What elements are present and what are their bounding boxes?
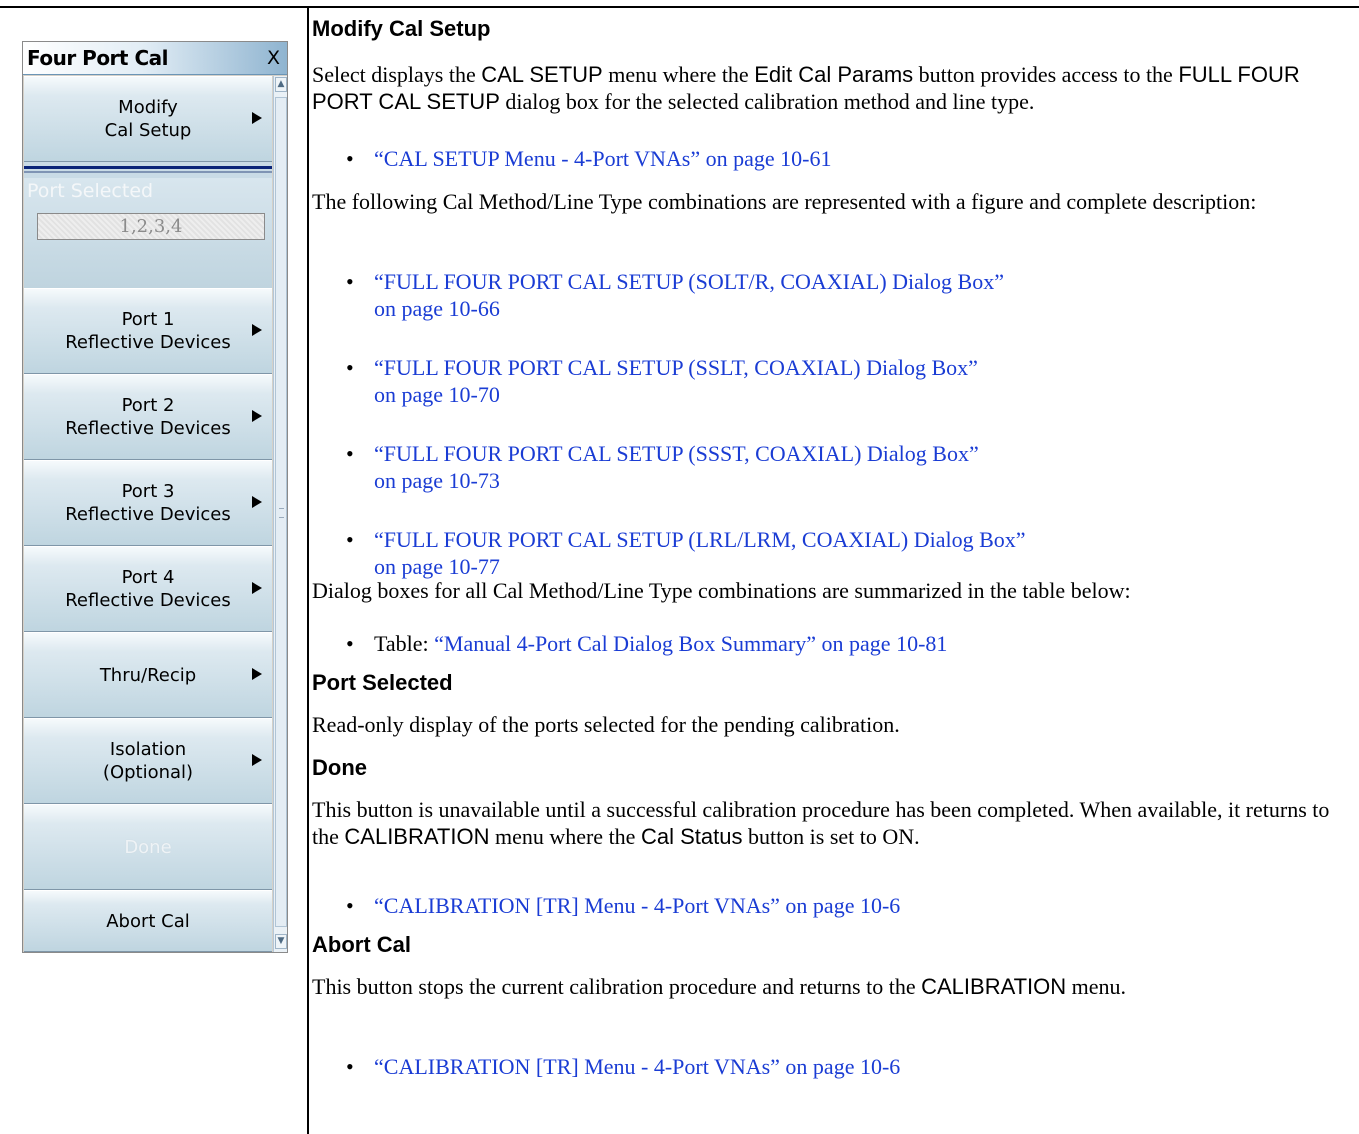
link-summary-table[interactable]: “Manual 4-Port Cal Dialog Box Summary” o…: [434, 631, 947, 656]
link-solt-dialog[interactable]: “FULL FOUR PORT CAL SETUP (SOLT/R, COAXI…: [374, 268, 1334, 322]
text-run: button provides access to the: [913, 62, 1179, 87]
ui-term-cal-status: Cal Status: [640, 824, 743, 849]
section-heading-modify-cal-setup: Modify Cal Setup: [312, 16, 491, 41]
link-calibration-menu[interactable]: “CALIBRATION [TR] Menu - 4-Port VNAs” on…: [374, 892, 1334, 919]
bullet-icon: •: [346, 355, 354, 380]
ui-term-edit-cal-params: Edit Cal Params: [754, 62, 914, 87]
isolation-label: Isolation (Optional): [102, 739, 194, 783]
scroll-up-icon[interactable]: ▲: [275, 77, 287, 92]
menu-scrollbar[interactable]: ▲ ▼: [273, 76, 287, 952]
table-prefix: Table:: [374, 631, 435, 656]
port1-reflective-devices-button[interactable]: Port 1 Reflective Devices: [24, 288, 272, 374]
scroll-down-icon[interactable]: ▼: [275, 934, 287, 949]
paragraph-summary: Dialog boxes for all Cal Method/Line Typ…: [312, 578, 1131, 603]
thru-recip-label: Thru/Recip: [99, 664, 197, 686]
grip-icon: [279, 508, 284, 518]
done-button[interactable]: Done: [24, 804, 272, 890]
done-label: Done: [124, 836, 172, 858]
column-divider: [307, 6, 309, 1134]
text-run: button is set to ON.: [742, 824, 920, 849]
submenu-arrow-icon: [252, 112, 262, 124]
port2-label: Port 2 Reflective Devices: [65, 395, 231, 439]
port-selected-group: Port Selected 1,2,3,4: [24, 178, 272, 288]
link-page: on page 10-77: [374, 554, 500, 579]
bullet-icon: •: [346, 1054, 354, 1079]
link-text: “FULL FOUR PORT CAL SETUP (SOLT/R, COAXI…: [374, 269, 1004, 294]
menu-separator: [24, 162, 272, 178]
top-rule: [0, 6, 1359, 8]
paragraph-port-selected: Read-only display of the ports selected …: [312, 712, 900, 737]
thru-recip-button[interactable]: Thru/Recip: [24, 632, 272, 718]
ui-term-cal-setup: CAL SETUP: [481, 62, 603, 87]
port2-reflective-devices-button[interactable]: Port 2 Reflective Devices: [24, 374, 272, 460]
abort-cal-label: Abort Cal: [106, 910, 190, 932]
bullet-icon: •: [346, 527, 354, 552]
modify-cal-setup-label: Modify Cal Setup: [104, 97, 192, 141]
modify-cal-setup-button[interactable]: Modify Cal Setup: [24, 76, 272, 162]
submenu-arrow-icon: [252, 410, 262, 422]
text-run: This button stops the current calibratio…: [312, 974, 922, 999]
bullet-icon: •: [346, 441, 354, 466]
scroll-thumb[interactable]: [275, 97, 287, 927]
link-text: “FULL FOUR PORT CAL SETUP (LRL/LRM, COAX…: [374, 527, 1026, 552]
ui-term-calibration: CALIBRATION: [921, 974, 1067, 999]
text-run: Select displays the: [312, 62, 482, 87]
paragraph-abort-cal: This button stops the current calibratio…: [312, 973, 1354, 1000]
link-page: on page 10-66: [374, 296, 500, 321]
port4-reflective-devices-button[interactable]: Port 4 Reflective Devices: [24, 546, 272, 632]
link-page: on page 10-73: [374, 468, 500, 493]
bullet-icon: •: [346, 269, 354, 294]
four-port-cal-menu: Four Port Cal X Modify Cal Setup Port Se…: [22, 41, 288, 953]
link-ssst-dialog[interactable]: “FULL FOUR PORT CAL SETUP (SSST, COAXIAL…: [374, 440, 1334, 494]
section-heading-port-selected: Port Selected: [312, 670, 453, 695]
submenu-arrow-icon: [252, 754, 262, 766]
paragraph-done: This button is unavailable until a succe…: [312, 796, 1354, 850]
bullet-icon: •: [346, 631, 354, 656]
link-text: “FULL FOUR PORT CAL SETUP (SSST, COAXIAL…: [374, 441, 979, 466]
port3-label: Port 3 Reflective Devices: [65, 481, 231, 525]
isolation-button[interactable]: Isolation (Optional): [24, 718, 272, 804]
menu-titlebar: Four Port Cal X: [23, 42, 287, 75]
section-heading-abort-cal: Abort Cal: [312, 932, 411, 957]
text-run: dialog box for the selected calibration …: [499, 89, 1035, 114]
text-run: menu.: [1066, 974, 1127, 999]
port-selected-field: 1,2,3,4: [37, 213, 265, 240]
port-selected-label: Port Selected: [27, 180, 154, 202]
link-lrl-lrm-dialog[interactable]: “FULL FOUR PORT CAL SETUP (LRL/LRM, COAX…: [374, 526, 1334, 580]
bullet-icon: •: [346, 146, 354, 171]
bullet-icon: •: [346, 893, 354, 918]
link-sslt-dialog[interactable]: “FULL FOUR PORT CAL SETUP (SSLT, COAXIAL…: [374, 354, 1334, 408]
port1-label: Port 1 Reflective Devices: [65, 309, 231, 353]
paragraph-modify-cal-setup: Select displays the CAL SETUP menu where…: [312, 61, 1354, 115]
table-reference: Table: “Manual 4-Port Cal Dialog Box Sum…: [374, 630, 1334, 657]
abort-cal-button[interactable]: Abort Cal: [24, 890, 272, 952]
menu-title: Four Port Cal: [27, 46, 168, 70]
close-icon[interactable]: X: [267, 47, 280, 69]
link-text: “FULL FOUR PORT CAL SETUP (SSLT, COAXIAL…: [374, 355, 978, 380]
submenu-arrow-icon: [252, 496, 262, 508]
text-run: menu where the: [489, 824, 641, 849]
link-calibration-menu[interactable]: “CALIBRATION [TR] Menu - 4-Port VNAs” on…: [374, 1053, 1334, 1080]
port4-label: Port 4 Reflective Devices: [65, 567, 231, 611]
paragraph-combinations: The following Cal Method/Line Type combi…: [312, 189, 1257, 214]
section-heading-done: Done: [312, 755, 367, 780]
submenu-arrow-icon: [252, 324, 262, 336]
ui-term-calibration: CALIBRATION: [344, 824, 490, 849]
submenu-arrow-icon: [252, 582, 262, 594]
link-cal-setup-menu[interactable]: “CAL SETUP Menu - 4-Port VNAs” on page 1…: [374, 145, 1334, 172]
text-run: menu where the: [602, 62, 755, 87]
link-page: on page 10-70: [374, 382, 500, 407]
submenu-arrow-icon: [252, 668, 262, 680]
port3-reflective-devices-button[interactable]: Port 3 Reflective Devices: [24, 460, 272, 546]
